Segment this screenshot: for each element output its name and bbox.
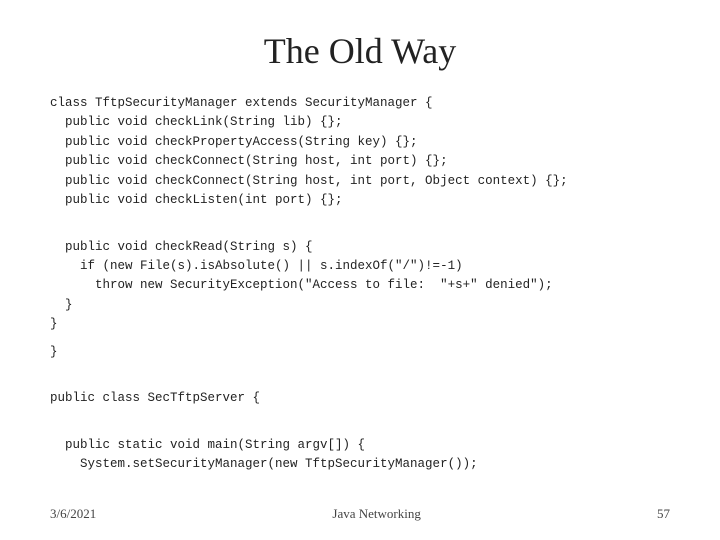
footer: 3/6/2021 Java Networking 57 (0, 506, 720, 522)
code-block-3: } (50, 343, 670, 362)
slide: The Old Way class TftpSecurityManager ex… (0, 0, 720, 540)
footer-date: 3/6/2021 (50, 506, 96, 522)
footer-title: Java Networking (332, 506, 420, 522)
code-block-1: class TftpSecurityManager extends Securi… (50, 94, 670, 210)
footer-page: 57 (657, 506, 670, 522)
code-block-2: public void checkRead(String s) { if (ne… (50, 218, 670, 334)
slide-title: The Old Way (50, 30, 670, 72)
code-block-4: public class SecTftpServer { (50, 370, 670, 409)
code-block-5: public static void main(String argv[]) {… (50, 417, 670, 475)
